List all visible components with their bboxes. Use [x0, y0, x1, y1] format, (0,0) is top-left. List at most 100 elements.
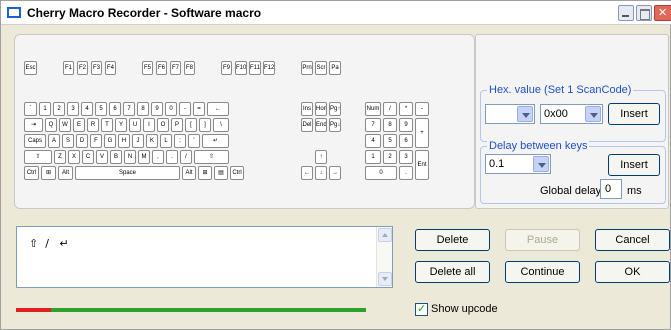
- key-84[interactable]: ←: [301, 166, 313, 180]
- key-19[interactable]: 3: [67, 102, 79, 116]
- scroll-down-icon[interactable]: [378, 272, 392, 286]
- key-20[interactable]: 4: [81, 102, 93, 116]
- key-48[interactable]: F: [90, 134, 102, 148]
- key-28[interactable]: =: [193, 102, 205, 116]
- key-89[interactable]: *: [399, 102, 413, 116]
- key-41[interactable]: [: [185, 118, 197, 132]
- key-62[interactable]: B: [110, 150, 122, 164]
- key-46[interactable]: S: [62, 134, 74, 148]
- key-29[interactable]: ←: [207, 102, 229, 116]
- key-21[interactable]: 5: [95, 102, 107, 116]
- key-15[interactable]: Pa: [329, 61, 341, 75]
- key-66[interactable]: .: [166, 150, 178, 164]
- maximize-button[interactable]: [636, 5, 652, 21]
- key-14[interactable]: Scr: [315, 61, 327, 75]
- key-58[interactable]: Z: [54, 150, 66, 164]
- key-43[interactable]: \: [213, 118, 229, 132]
- key-71[interactable]: Alt: [58, 166, 73, 180]
- key-91[interactable]: 7: [365, 118, 381, 132]
- show-upcode-checkbox[interactable]: [415, 302, 428, 316]
- key-76[interactable]: Ctrl: [230, 166, 244, 180]
- key-103[interactable]: .: [399, 166, 413, 180]
- key-101[interactable]: Ent: [415, 150, 429, 180]
- close-button[interactable]: [654, 5, 671, 21]
- key-63[interactable]: N: [124, 150, 136, 164]
- chevron-down-icon[interactable]: [533, 156, 549, 172]
- key-12[interactable]: F12: [263, 61, 275, 75]
- key-97[interactable]: 6: [399, 134, 413, 148]
- recorded-sequence-box[interactable]: ⇧ / ↵: [16, 226, 393, 288]
- key-50[interactable]: H: [118, 134, 130, 148]
- key-40[interactable]: P: [171, 118, 183, 132]
- key-8[interactable]: F8: [184, 61, 195, 75]
- key-92[interactable]: 8: [383, 118, 397, 132]
- key-68[interactable]: ⇧: [194, 150, 229, 164]
- key-0[interactable]: Esc: [24, 61, 37, 75]
- chevron-down-icon[interactable]: [585, 106, 601, 122]
- continue-button[interactable]: Continue: [505, 261, 580, 283]
- key-90[interactable]: -: [415, 102, 429, 116]
- key-26[interactable]: 0: [165, 102, 177, 116]
- key-59[interactable]: X: [68, 150, 80, 164]
- key-47[interactable]: D: [76, 134, 88, 148]
- key-60[interactable]: C: [82, 150, 94, 164]
- key-87[interactable]: Num: [365, 102, 381, 116]
- key-61[interactable]: V: [96, 150, 108, 164]
- key-65[interactable]: ,: [152, 150, 164, 164]
- key-6[interactable]: F6: [156, 61, 167, 75]
- key-10[interactable]: F10: [235, 61, 247, 75]
- key-53[interactable]: L: [160, 134, 172, 148]
- key-23[interactable]: 7: [123, 102, 135, 116]
- key-77[interactable]: Ins: [301, 102, 313, 116]
- hex-set-select[interactable]: [485, 104, 535, 124]
- key-83[interactable]: ↑: [315, 150, 327, 164]
- title-bar[interactable]: Cherry Macro Recorder - Software macro: [1, 1, 671, 25]
- key-74[interactable]: ⊞: [198, 166, 212, 180]
- ok-button[interactable]: OK: [595, 261, 670, 283]
- key-99[interactable]: 2: [383, 150, 397, 164]
- hex-code-select[interactable]: 0x00: [540, 104, 603, 124]
- key-56[interactable]: ↵: [202, 134, 229, 148]
- key-49[interactable]: G: [104, 134, 116, 148]
- key-37[interactable]: U: [129, 118, 141, 132]
- key-2[interactable]: F2: [77, 61, 88, 75]
- key-36[interactable]: Y: [115, 118, 127, 132]
- key-79[interactable]: Pg↑: [329, 102, 341, 116]
- key-55[interactable]: ': [188, 134, 200, 148]
- vertical-scrollbar[interactable]: [376, 227, 392, 287]
- key-80[interactable]: Del: [301, 118, 313, 132]
- delay-insert-button[interactable]: Insert: [608, 154, 660, 176]
- key-35[interactable]: T: [101, 118, 113, 132]
- key-100[interactable]: 3: [399, 150, 413, 164]
- key-25[interactable]: 9: [151, 102, 163, 116]
- key-30[interactable]: ⇥: [24, 118, 43, 132]
- key-42[interactable]: ]: [199, 118, 211, 132]
- key-27[interactable]: -: [179, 102, 191, 116]
- key-102[interactable]: 0: [365, 166, 397, 180]
- key-73[interactable]: Alt: [182, 166, 196, 180]
- key-38[interactable]: I: [143, 118, 155, 132]
- key-95[interactable]: 4: [365, 134, 381, 148]
- key-5[interactable]: F5: [142, 61, 153, 75]
- key-81[interactable]: End: [315, 118, 327, 132]
- key-82[interactable]: Pg↓: [329, 118, 341, 132]
- key-69[interactable]: Ctrl: [24, 166, 39, 180]
- key-32[interactable]: W: [59, 118, 71, 132]
- key-24[interactable]: 8: [137, 102, 149, 116]
- key-72[interactable]: Space: [75, 166, 180, 180]
- delay-select[interactable]: 0.1: [485, 154, 551, 174]
- key-17[interactable]: 1: [39, 102, 51, 116]
- key-45[interactable]: A: [48, 134, 60, 148]
- key-31[interactable]: Q: [45, 118, 57, 132]
- key-98[interactable]: 1: [365, 150, 381, 164]
- key-7[interactable]: F7: [170, 61, 181, 75]
- key-39[interactable]: O: [157, 118, 169, 132]
- key-85[interactable]: ↓: [315, 166, 327, 180]
- key-88[interactable]: /: [383, 102, 397, 116]
- key-33[interactable]: E: [73, 118, 85, 132]
- key-52[interactable]: K: [146, 134, 158, 148]
- key-67[interactable]: /: [180, 150, 192, 164]
- key-16[interactable]: `: [24, 102, 37, 116]
- key-18[interactable]: 2: [53, 102, 65, 116]
- key-70[interactable]: ⊞: [41, 166, 56, 180]
